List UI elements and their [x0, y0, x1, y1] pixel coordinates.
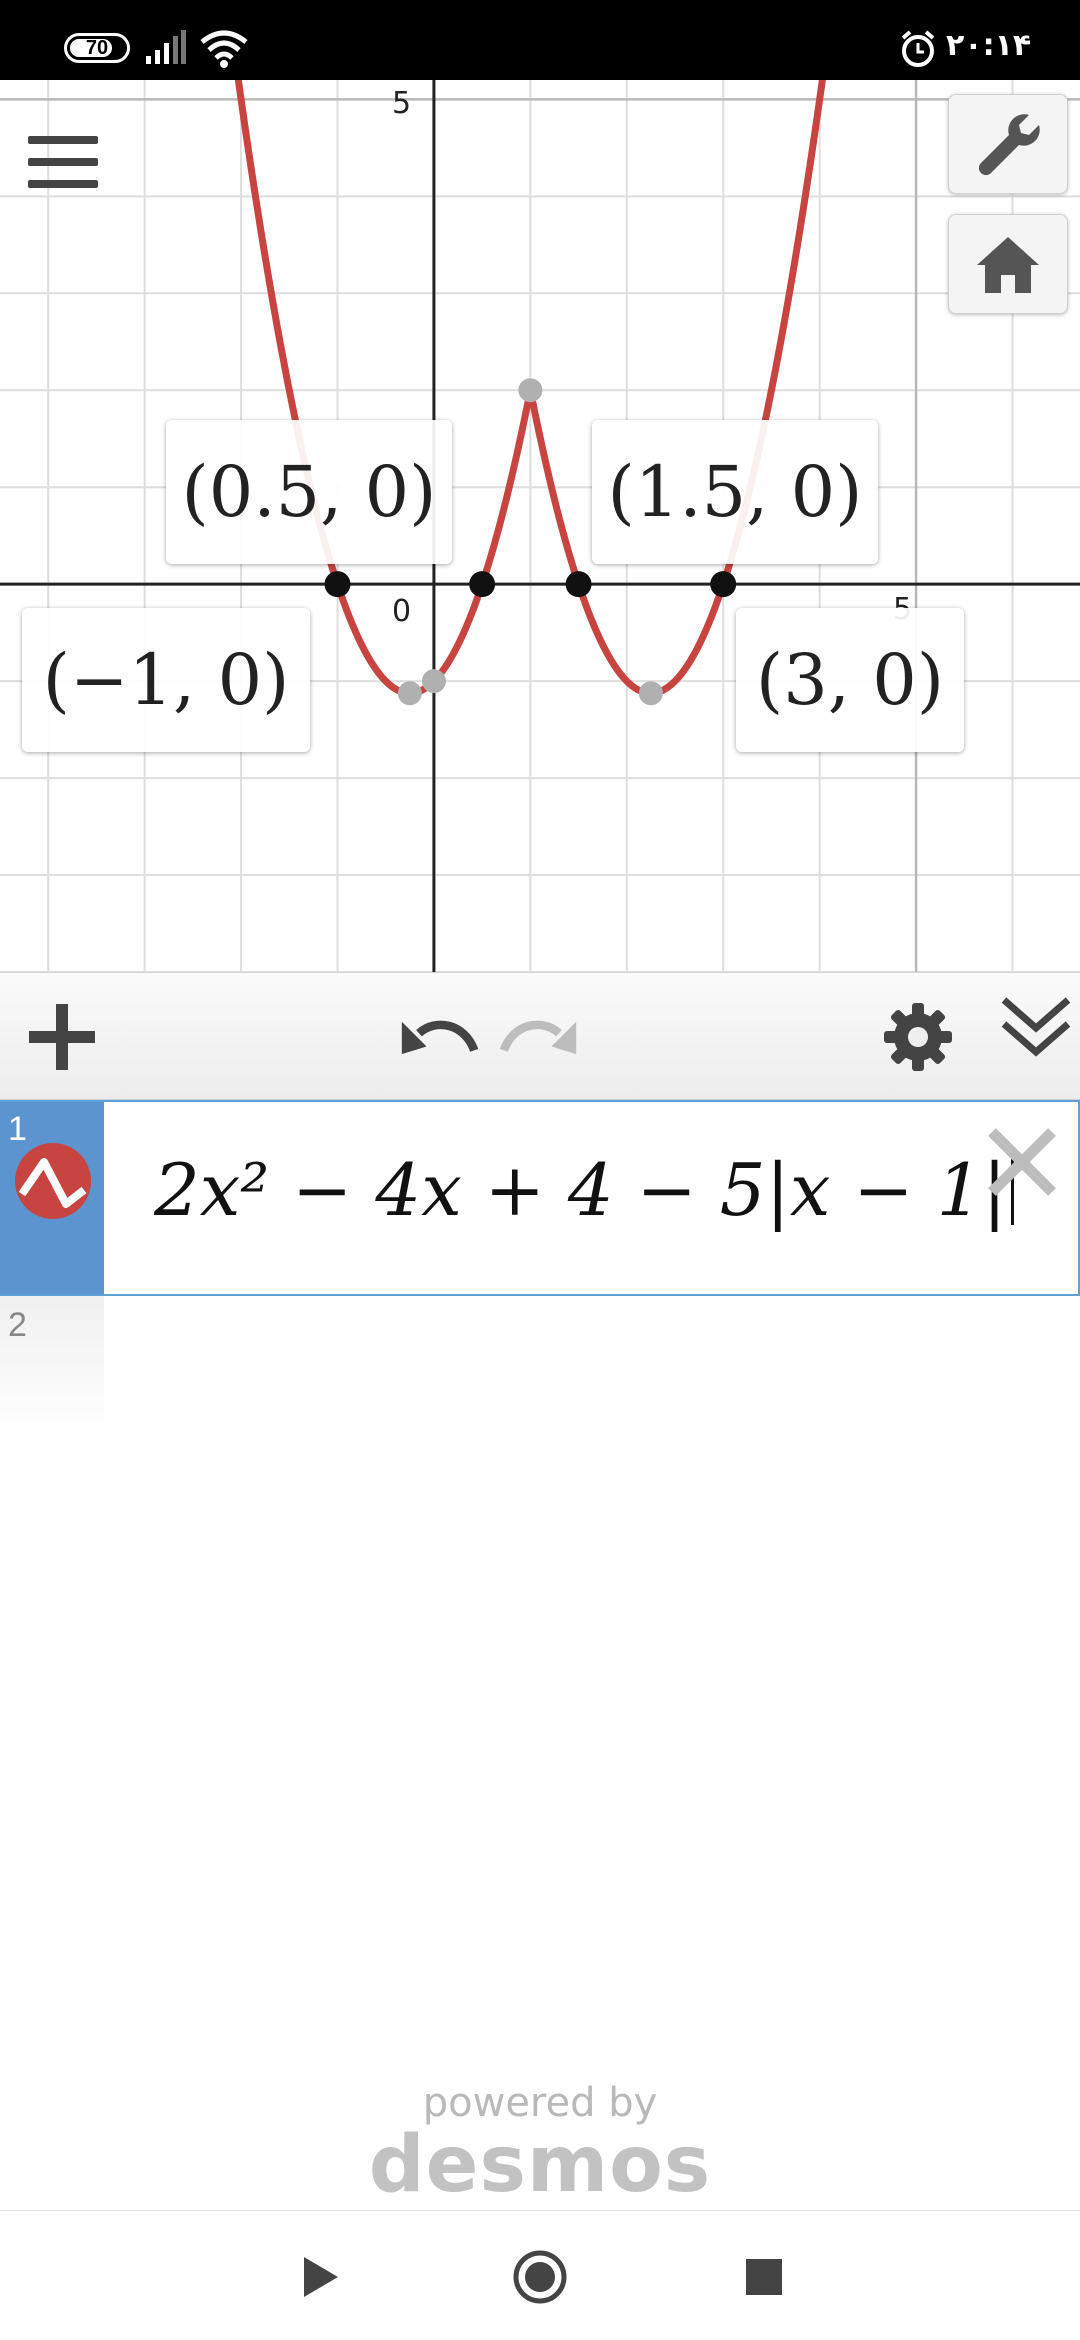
expression-input[interactable]: 2x² − 4x + 4 − 5|x − 1|: [154, 1148, 1014, 1232]
graph-paper[interactable]: 5 5 0 (0.5, 0) (1.5, 0) (−1, 0) (3, 0): [0, 80, 1080, 972]
point-label-0.5[interactable]: (0.5, 0): [166, 420, 452, 564]
undo-button[interactable]: [398, 997, 478, 1077]
x-intercept-point[interactable]: [710, 571, 737, 598]
extremum-point[interactable]: [518, 378, 543, 403]
x-intercept-point[interactable]: [565, 571, 592, 598]
desmos-logo: desmos: [368, 2120, 712, 2210]
add-expression-button[interactable]: [22, 997, 102, 1077]
redo-icon: [500, 1020, 577, 1055]
desmos-branding: powered by desmos: [0, 2080, 1080, 2210]
collapse-icon: [1001, 997, 1071, 1057]
home-icon: [977, 237, 1039, 293]
record-icon: [513, 2250, 567, 2304]
settings-button[interactable]: [878, 997, 958, 1077]
menu-button[interactable]: [28, 136, 98, 196]
wifi-icon: [200, 30, 248, 68]
undo-icon: [401, 1020, 478, 1055]
battery-icon: 70: [64, 33, 130, 63]
collapse-list-button[interactable]: [996, 987, 1076, 1067]
stop-icon: [746, 2259, 782, 2295]
point-label-1.5[interactable]: (1.5, 0): [592, 420, 878, 564]
extremum-point[interactable]: [397, 681, 422, 706]
play-icon: [304, 2257, 338, 2297]
add-icon: [29, 1004, 95, 1070]
expression-gutter: 2: [0, 1296, 104, 1436]
menu-icon: [28, 136, 98, 144]
point-label-neg1[interactable]: (−1, 0): [22, 608, 310, 752]
expression-row-1[interactable]: 1 2x² − 4x + 4 − 5|x − 1|: [0, 1100, 1080, 1296]
recents-button[interactable]: [734, 2247, 794, 2307]
x-intercept-point[interactable]: [324, 571, 351, 598]
gear-icon: [884, 1003, 952, 1071]
graph-canvas[interactable]: [0, 80, 1080, 972]
battery-text: 70: [85, 37, 109, 59]
graph-style-icon[interactable]: [14, 1142, 92, 1220]
expression-gutter: 1: [0, 1102, 104, 1294]
redo-button[interactable]: [500, 997, 580, 1077]
signal-icon: [146, 30, 186, 64]
extremum-point[interactable]: [638, 681, 663, 706]
delete-expression-icon[interactable]: [984, 1124, 1060, 1200]
home-nav-button[interactable]: [510, 2247, 570, 2307]
navigation-bar: [0, 2210, 1080, 2340]
origin-label: 0: [392, 594, 412, 629]
expression-row-2[interactable]: 2: [0, 1296, 1080, 1436]
clock: ۲۰:۱۴: [946, 28, 1032, 63]
status-bar: 70 ۲۰:۱۴: [0, 0, 1080, 80]
expression-index: 2: [8, 1306, 27, 1344]
home-button[interactable]: [948, 214, 1068, 314]
y-intercept-point[interactable]: [421, 669, 446, 694]
expression-latex: 2x² − 4x + 4 − 5|x − 1|: [154, 1148, 1007, 1232]
alarm-icon: [901, 30, 935, 67]
wrench-icon: [978, 114, 1040, 176]
x-intercept-point[interactable]: [469, 571, 496, 598]
back-button[interactable]: [290, 2247, 350, 2307]
graph-settings-button[interactable]: [948, 94, 1068, 194]
expression-toolbar: [0, 972, 1080, 1100]
expression-list: 1 2x² − 4x + 4 − 5|x − 1| 2: [0, 1100, 1080, 2210]
point-label-3[interactable]: (3, 0): [736, 608, 964, 752]
y-axis-tick-5: 5: [392, 86, 412, 121]
